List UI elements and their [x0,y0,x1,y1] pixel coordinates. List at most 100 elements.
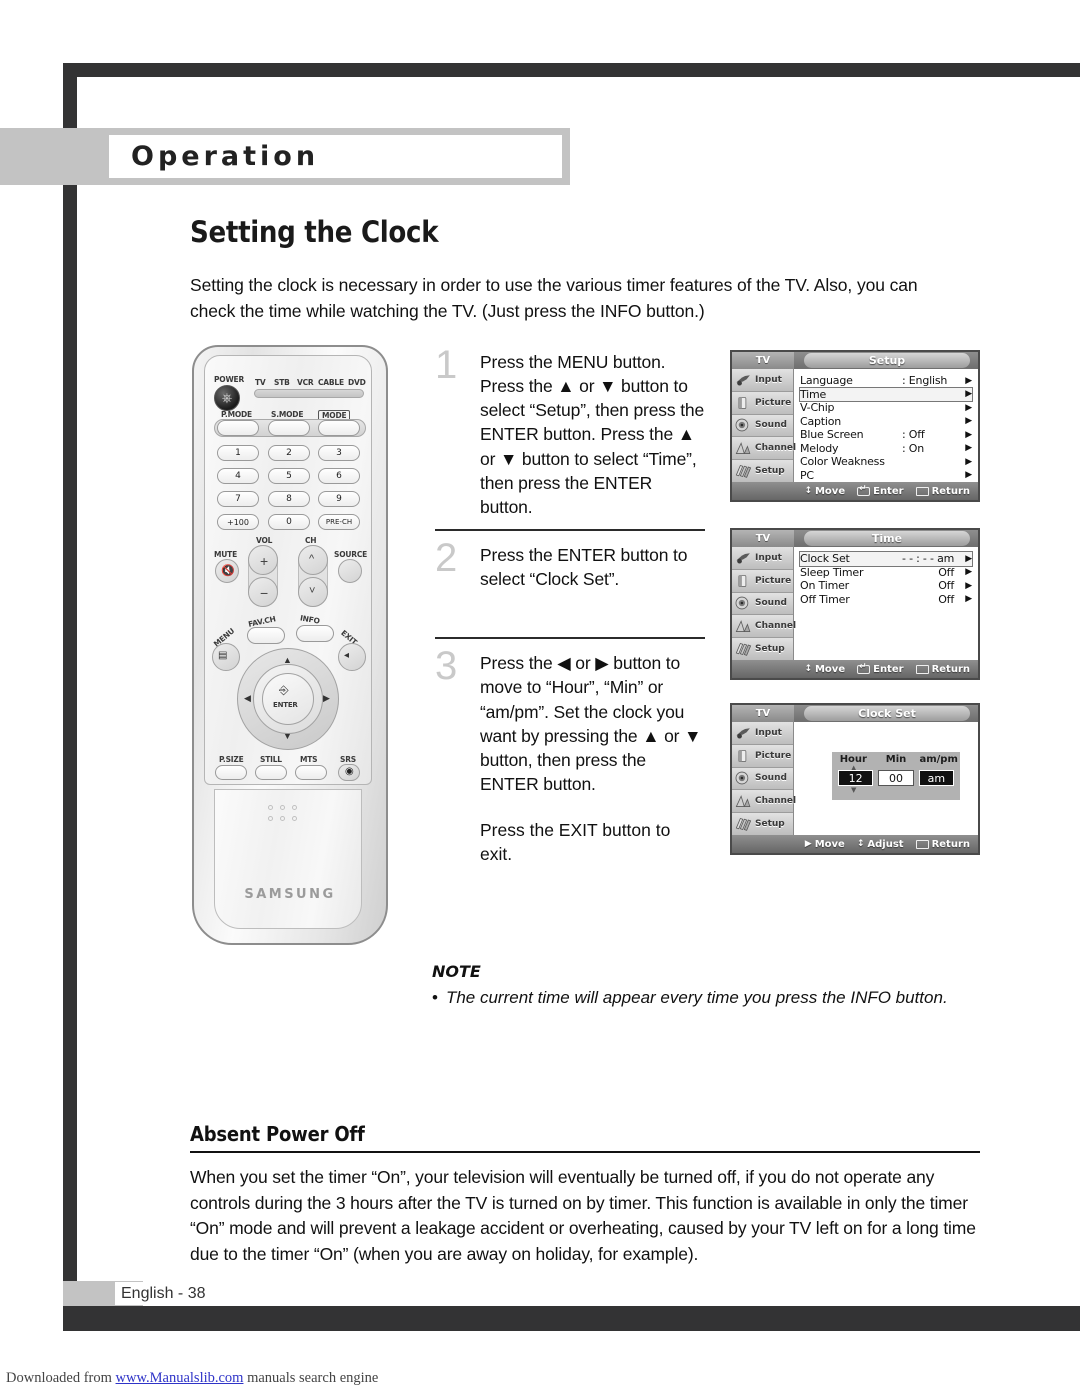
osd-row-label: Melody [800,441,839,455]
enter-button[interactable] [262,673,314,725]
right-arrow-icon: ▶ [804,839,812,849]
osd-menu-row[interactable]: V-Chip ▶ [800,401,972,415]
sidebar-label: Setup [755,466,785,477]
plus-icon: + [260,553,269,569]
key-plus100[interactable]: +100 [217,514,259,530]
key-4[interactable]: 4 [217,468,259,484]
ampm-field[interactable]: am [918,770,954,786]
absent-power-off-section: Absent Power Off When you set the timer … [190,1122,980,1267]
osd-screenshot-time: TV Time Input Picture Sound Channel Setu… [730,528,980,680]
osd-title: Time [804,531,970,546]
dpad-left-icon[interactable]: ◀ [244,693,251,704]
osd-row-value: : On [902,441,925,455]
osd-menu-row-selected[interactable]: Time ▶ [799,386,973,402]
dpad-right-icon[interactable]: ▶ [323,693,330,704]
osd-tv-tab: TV [732,352,794,369]
device-label-stb: STB [274,378,290,387]
osd-menu-row[interactable]: PC ▶ [800,469,972,483]
still-button[interactable] [255,765,287,780]
sidebar-item-input[interactable]: Input [732,369,793,392]
power-button[interactable]: ⎈ [214,385,240,411]
sidebar-item-setup[interactable]: Setup [732,460,793,482]
steps-list: 1 Press the MENU button. Press the ▲ or … [435,343,705,866]
pmode-button[interactable] [217,420,259,436]
sidebar-item-sound[interactable]: Sound [732,767,793,791]
osd-row-value: Off [938,579,954,593]
psize-button[interactable] [215,765,247,780]
source-button[interactable] [338,559,362,583]
osd-body: Input Picture Sound Channel Setup [732,369,978,482]
osd-titlebar: TV Setup [732,352,978,369]
sidebar-item-input[interactable]: Input [732,722,793,745]
sidebar-item-channel[interactable]: Channel [732,437,796,461]
mute-icon: 🔇 [221,565,235,577]
mode-button[interactable] [318,420,360,436]
speaker-dot [268,805,273,810]
mts-label: MTS [300,755,318,764]
key-1[interactable]: 1 [217,445,259,461]
nav-label: Return [931,838,970,850]
osd-screenshot-clockset: TV Clock Set Input Picture Sound Channel… [730,703,980,855]
step-text: Press the MENU button. Press the ▲ or ▼ … [480,352,705,517]
sidebar-item-input[interactable]: Input [732,547,793,570]
favch-button[interactable] [247,627,285,644]
osd-menu-row[interactable]: Off Timer Off ▶ [800,593,972,607]
key-prech[interactable]: PRE-CH [318,514,360,530]
sidebar-item-picture[interactable]: Picture [732,391,793,415]
sidebar-item-picture[interactable]: Picture [732,744,793,768]
key-7[interactable]: 7 [217,491,259,507]
key-9[interactable]: 9 [318,491,360,507]
sidebar-item-channel[interactable]: Channel [732,790,796,814]
min-field[interactable]: 00 [878,770,914,786]
exit-button[interactable] [338,643,366,671]
mts-button[interactable] [295,765,327,780]
sidebar-item-sound[interactable]: Sound [732,414,793,438]
sound-icon [735,597,749,610]
key-6[interactable]: 6 [318,468,360,484]
sidebar-item-setup[interactable]: Setup [732,638,793,660]
osd-row-label: PC [800,468,814,482]
osd-menu-row[interactable]: Blue Screen : Off ▶ [800,428,972,442]
osd-menu-row[interactable]: Language : English ▶ [800,374,972,388]
sidebar-label: Setup [755,819,785,830]
procedure-area: POWER ⎈ TV STB VCR CABLE DVD P.MODE S.MO… [190,343,980,965]
nav-label: Adjust [867,838,904,850]
device-label-tv: TV [255,378,266,387]
chevron-right-icon: ▶ [965,594,972,605]
osd-sidebar: Input Picture Sound Channel Setup [732,722,796,835]
nav-enter: Enter [857,484,904,497]
chevron-right-icon: ▶ [965,456,972,467]
dpad-up-icon[interactable]: ▲ [283,655,292,665]
smode-button[interactable] [268,420,310,436]
key-8[interactable]: 8 [268,491,310,507]
dpad-down-icon[interactable]: ▼ [283,731,292,741]
osd-menu-row[interactable]: Color Weakness ▶ [800,455,972,469]
key-3[interactable]: 3 [318,445,360,461]
osd-menu-row-selected[interactable]: Clock Set - - : - - am ▶ [799,551,973,567]
updown-arrow-icon: ↕ [856,839,865,849]
info-button[interactable] [296,625,334,642]
hour-field[interactable]: 12 [838,770,874,786]
absent-power-off-body: When you set the timer “On”, your televi… [190,1167,976,1264]
note-text: The current time will appear every time … [445,988,948,1007]
key-5[interactable]: 5 [268,468,310,484]
sidebar-item-channel[interactable]: Channel [732,615,796,639]
sidebar-item-picture[interactable]: Picture [732,569,793,593]
device-label-vcr: VCR [297,378,314,387]
sidebar-item-sound[interactable]: Sound [732,592,793,616]
manualslib-link[interactable]: www.Manualslib.com [116,1370,244,1386]
channel-icon [735,620,751,633]
key-2[interactable]: 2 [268,445,310,461]
nav-label: Move [814,838,845,850]
sidebar-item-setup[interactable]: Setup [732,813,793,835]
osd-menu-row[interactable]: Sleep Timer Off ▶ [800,566,972,580]
picture-icon [738,574,747,587]
remote-control-figure: POWER ⎈ TV STB VCR CABLE DVD P.MODE S.MO… [190,345,390,955]
frame-top-bar [63,63,1080,77]
device-label-cable: CABLE [318,378,344,387]
key-0[interactable]: 0 [268,514,310,530]
osd-menu-row[interactable]: On Timer Off ▶ [800,579,972,593]
osd-menu-row[interactable]: Melody : On ▶ [800,442,972,456]
step-item: 2 Press the ENTER button to select “Cloc… [435,536,705,591]
osd-menu-row[interactable]: Caption ▶ [800,415,972,429]
